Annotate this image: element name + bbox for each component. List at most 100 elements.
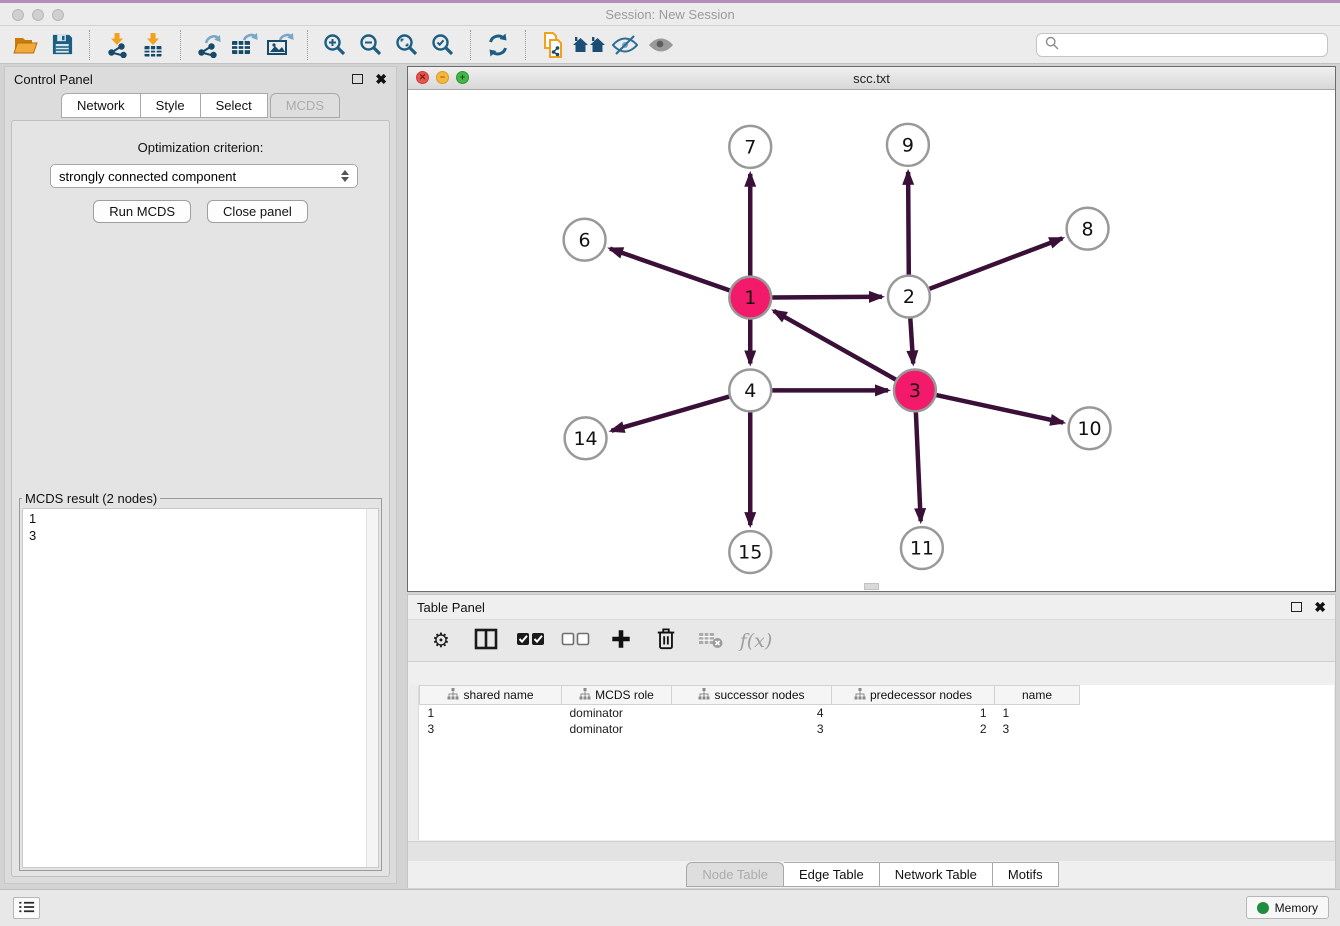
hide-selected-button[interactable] [607, 29, 643, 61]
graph-node-2[interactable]: 2 [888, 276, 930, 318]
close-table-panel-icon[interactable]: ✖ [1314, 600, 1326, 614]
network-window-titlebar[interactable]: ✕ − + scc.txt [408, 67, 1335, 90]
column-header-name[interactable]: name [995, 686, 1080, 705]
graph-node-4[interactable]: 4 [729, 369, 771, 411]
delete-column-button[interactable] [650, 625, 682, 657]
import-network-button[interactable] [99, 29, 135, 61]
graph-node-10[interactable]: 10 [1069, 407, 1111, 449]
open-session-icon [13, 33, 39, 57]
table-cell[interactable]: dominator [562, 705, 672, 722]
table-row[interactable]: 1dominator411 [420, 705, 1080, 722]
tab-mcds[interactable]: MCDS [270, 93, 340, 118]
float-table-panel-icon[interactable] [1291, 602, 1302, 612]
import-table-button[interactable] [135, 29, 171, 61]
table-cell[interactable]: 1 [832, 705, 995, 722]
graph-edge-1-2[interactable] [772, 297, 882, 298]
table-cell[interactable]: 3 [672, 721, 832, 737]
open-session-button[interactable] [8, 29, 44, 61]
graph-node-7[interactable]: 7 [729, 126, 771, 168]
zoom-out-icon [358, 32, 384, 58]
tab-select[interactable]: Select [201, 93, 268, 118]
deselect-all-rows-button[interactable] [560, 625, 592, 657]
layout-button[interactable] [571, 29, 607, 61]
table-cell[interactable]: 3 [995, 721, 1080, 737]
zoom-in-button[interactable] [317, 29, 353, 61]
tab-motifs[interactable]: Motifs [993, 862, 1059, 887]
network-resize-grip[interactable] [864, 583, 879, 590]
graph-node-14[interactable]: 14 [565, 417, 607, 459]
graph-node-15[interactable]: 15 [729, 531, 771, 573]
graph-node-11[interactable]: 11 [901, 527, 943, 569]
zoom-fit-icon [394, 32, 420, 58]
zoom-out-button[interactable] [353, 29, 389, 61]
table-cell[interactable]: 1 [995, 705, 1080, 722]
column-header-mcds-role[interactable]: MCDS role [562, 686, 672, 705]
export-image-button[interactable] [262, 29, 298, 61]
export-table-button[interactable] [226, 29, 262, 61]
show-columns-button[interactable] [470, 625, 502, 657]
mcds-result-area[interactable]: 1 3 [22, 508, 379, 868]
duplicate-network-button[interactable] [535, 29, 571, 61]
network-canvas[interactable]: 7 9 6 8 1 2 4 3 14 10 15 11 [408, 89, 1335, 591]
run-mcds-button[interactable]: Run MCDS [93, 200, 191, 223]
tab-style[interactable]: Style [141, 93, 201, 118]
tab-node-table[interactable]: Node Table [686, 862, 784, 887]
float-panel-icon[interactable] [352, 74, 363, 84]
table-row[interactable]: 3dominator323 [420, 721, 1080, 737]
function-builder-button[interactable]: f(x) [740, 625, 772, 657]
criterion-dropdown[interactable]: strongly connected component [50, 164, 358, 188]
graph-edge-3-10[interactable] [936, 395, 1063, 423]
graph-node-label: 10 [1078, 418, 1102, 440]
memory-status-icon [1257, 902, 1269, 914]
column-header-successor-nodes[interactable]: successor nodes [672, 686, 832, 705]
network-graph[interactable]: 7 9 6 8 1 2 4 3 14 10 15 11 [408, 89, 1335, 591]
export-network-button[interactable] [190, 29, 226, 61]
delete-table-button[interactable] [695, 625, 727, 657]
hide-selected-icon [611, 33, 639, 57]
table-settings-button[interactable]: ⚙ [425, 625, 457, 657]
table-cell[interactable]: 2 [832, 721, 995, 737]
graph-node-8[interactable]: 8 [1067, 208, 1109, 250]
table-cell[interactable]: dominator [562, 721, 672, 737]
table-cell[interactable]: 1 [420, 705, 562, 722]
column-header-shared-name[interactable]: shared name [420, 686, 562, 705]
result-scrollbar[interactable] [366, 509, 378, 867]
graph-edge-2-3[interactable] [910, 318, 913, 363]
search-input[interactable] [1065, 37, 1319, 54]
task-history-button[interactable] [13, 897, 40, 919]
tab-edge-table[interactable]: Edge Table [784, 862, 880, 887]
trash-icon [655, 627, 677, 654]
import-table-icon [141, 32, 165, 58]
graph-edge-2-9[interactable] [908, 172, 909, 275]
close-panel-button[interactable]: Close panel [207, 200, 308, 223]
refresh-button[interactable] [480, 29, 516, 61]
zoom-fit-button[interactable] [389, 29, 425, 61]
show-all-button[interactable] [643, 29, 679, 61]
close-panel-icon[interactable]: ✖ [375, 72, 387, 86]
add-column-button[interactable] [605, 625, 637, 657]
delete-table-icon [698, 629, 724, 652]
graph-edge-2-8[interactable] [929, 238, 1062, 288]
table-cell[interactable]: 4 [672, 705, 832, 722]
tab-network[interactable]: Network [61, 93, 141, 118]
graph-node-label: 7 [744, 137, 756, 159]
graph-node-3[interactable]: 3 [894, 369, 936, 411]
zoom-selected-button[interactable] [425, 29, 461, 61]
control-panel-title: Control Panel [14, 72, 93, 87]
memory-button[interactable]: Memory [1246, 896, 1329, 919]
graph-node-1[interactable]: 1 [729, 277, 771, 319]
table-cell[interactable]: 3 [420, 721, 562, 737]
tab-network-table[interactable]: Network Table [880, 862, 993, 887]
graph-node-label: 2 [903, 286, 915, 308]
toolbar-separator [180, 30, 181, 60]
graph-node-6[interactable]: 6 [564, 219, 606, 261]
search-box[interactable] [1036, 33, 1328, 57]
graph-edge-3-11[interactable] [916, 412, 921, 521]
graph-edge-4-14[interactable] [611, 397, 729, 431]
graph-node-9[interactable]: 9 [887, 124, 929, 166]
column-header-predecessor-nodes[interactable]: predecessor nodes [832, 686, 995, 705]
graph-edge-3-1[interactable] [774, 311, 896, 380]
select-all-rows-button[interactable] [515, 625, 547, 657]
graph-edge-1-6[interactable] [610, 249, 730, 291]
save-session-button[interactable] [44, 29, 80, 61]
